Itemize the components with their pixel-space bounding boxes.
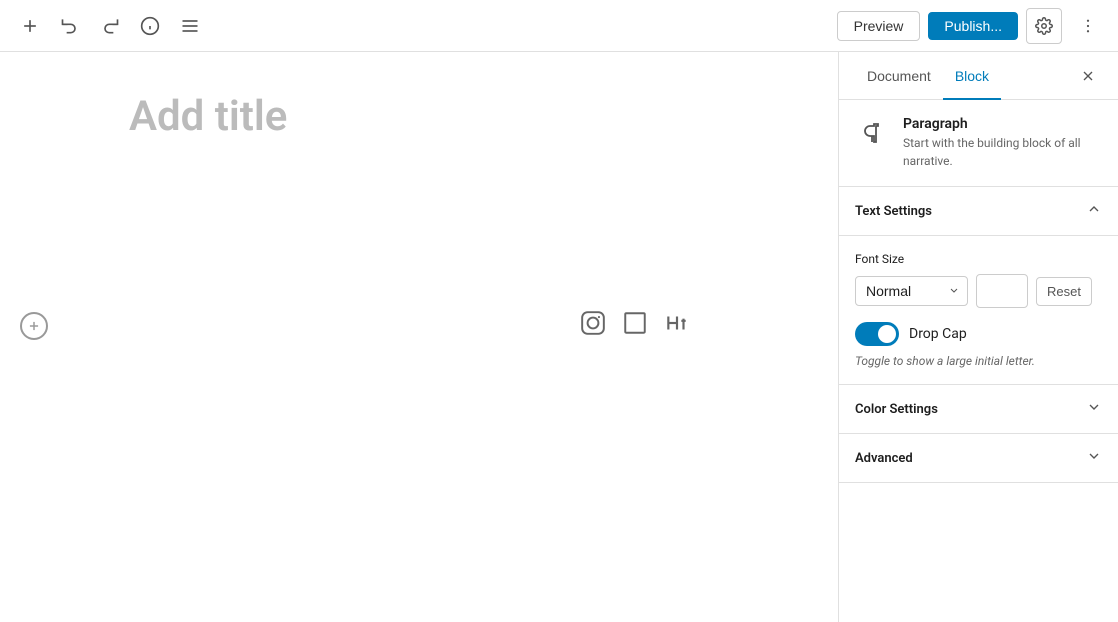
color-settings-header[interactable]: Color Settings bbox=[839, 385, 1118, 434]
toolbar-right: Preview Publish... bbox=[837, 8, 1106, 44]
text-settings-title: Text Settings bbox=[855, 204, 932, 219]
sidebar-tabs: Document Block bbox=[839, 52, 1118, 100]
font-size-label: Font Size bbox=[855, 252, 1102, 266]
editor-inner: Add title bbox=[69, 52, 769, 182]
undo-button[interactable] bbox=[52, 8, 88, 44]
drop-cap-row: Drop Cap bbox=[855, 322, 1102, 346]
advanced-chevron bbox=[1086, 448, 1102, 468]
reset-button[interactable]: Reset bbox=[1036, 277, 1092, 306]
menu-button[interactable] bbox=[172, 8, 208, 44]
font-size-select-wrap: Normal Small Medium Large Extra Large bbox=[855, 276, 968, 306]
drop-cap-toggle[interactable] bbox=[855, 322, 899, 346]
color-settings-title: Color Settings bbox=[855, 402, 938, 417]
publish-button[interactable]: Publish... bbox=[928, 12, 1018, 40]
title-placeholder[interactable]: Add title bbox=[129, 92, 709, 142]
font-size-select[interactable]: Normal Small Medium Large Extra Large bbox=[855, 276, 968, 306]
sidebar: Document Block Paragraph Start with the … bbox=[838, 52, 1118, 622]
paragraph-icon bbox=[855, 116, 891, 152]
tab-block[interactable]: Block bbox=[943, 52, 1001, 100]
add-block-button[interactable] bbox=[12, 8, 48, 44]
block-description: Start with the building block of all nar… bbox=[903, 134, 1102, 170]
text-settings-header[interactable]: Text Settings bbox=[839, 187, 1118, 236]
block-title: Paragraph bbox=[903, 116, 1102, 132]
add-paragraph-button[interactable] bbox=[20, 312, 48, 340]
advanced-header[interactable]: Advanced bbox=[839, 434, 1118, 483]
settings-button[interactable] bbox=[1026, 8, 1062, 44]
color-settings-chevron bbox=[1086, 399, 1102, 419]
instagram-icon[interactable] bbox=[580, 310, 606, 336]
redo-button[interactable] bbox=[92, 8, 128, 44]
text-settings-content: Font Size Normal Small Medium Large Extr… bbox=[839, 236, 1118, 385]
preview-button[interactable]: Preview bbox=[837, 11, 921, 41]
text-settings-section: Text Settings Font Size Normal Small Med… bbox=[839, 187, 1118, 385]
block-toolbar-icons bbox=[580, 310, 690, 336]
more-options-button[interactable] bbox=[1070, 8, 1106, 44]
text-settings-chevron bbox=[1086, 201, 1102, 221]
toolbar-left bbox=[12, 8, 208, 44]
font-size-input[interactable] bbox=[976, 274, 1028, 308]
drop-cap-label: Drop Cap bbox=[909, 326, 967, 342]
heading-icon[interactable] bbox=[664, 310, 690, 336]
toolbar: Preview Publish... bbox=[0, 0, 1118, 52]
drop-cap-hint: Toggle to show a large initial letter. bbox=[855, 354, 1102, 368]
font-size-controls: Normal Small Medium Large Extra Large bbox=[855, 274, 1102, 308]
main-area: Add title bbox=[0, 52, 1118, 622]
advanced-title: Advanced bbox=[855, 451, 913, 466]
tab-document[interactable]: Document bbox=[855, 52, 943, 100]
sidebar-close-button[interactable] bbox=[1074, 62, 1102, 90]
editor-area: Add title bbox=[0, 52, 838, 622]
block-info: Paragraph Start with the building block … bbox=[839, 100, 1118, 187]
block-icon[interactable] bbox=[622, 310, 648, 336]
info-button[interactable] bbox=[132, 8, 168, 44]
